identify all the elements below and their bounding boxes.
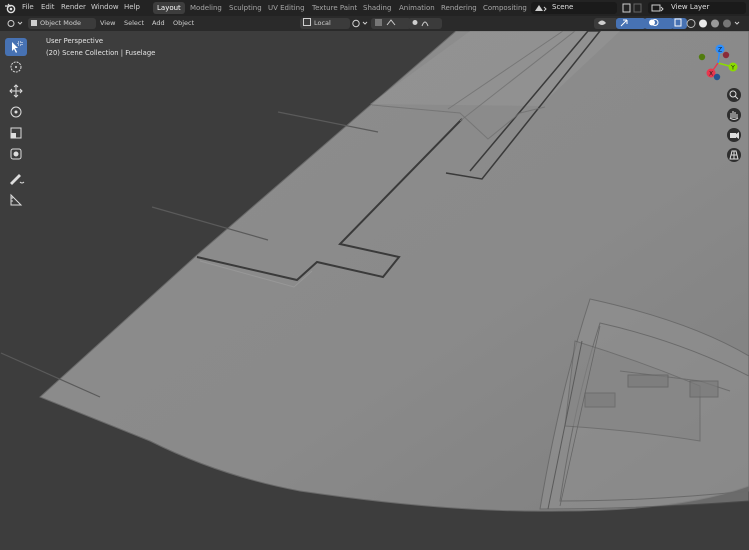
perspective-label: User Perspective	[46, 37, 104, 45]
rendered-shading-icon[interactable]	[723, 19, 731, 28]
annotate-tool[interactable]	[5, 170, 27, 188]
measure-tool[interactable]	[5, 191, 27, 209]
camera-view-button[interactable]	[727, 128, 741, 142]
material-shading-icon[interactable]	[711, 19, 719, 28]
tab-modeling[interactable]: Modeling	[186, 2, 226, 14]
tab-rendering[interactable]: Rendering	[437, 2, 481, 14]
overlays-toggle[interactable]	[644, 18, 674, 29]
transform-orientation-selector[interactable]: Local	[300, 18, 350, 29]
grid-icon	[729, 150, 739, 160]
menu-render[interactable]: Render	[61, 3, 86, 11]
tab-animation[interactable]: Animation	[395, 2, 439, 14]
neg-z-axis-icon[interactable]	[713, 73, 721, 81]
tab-uv-editing[interactable]: UV Editing	[264, 2, 309, 14]
move-icon	[9, 84, 23, 98]
object-mode-icon	[31, 20, 37, 26]
mode-selector[interactable]: Object Mode	[28, 18, 96, 29]
tab-shading[interactable]: Shading	[359, 2, 395, 14]
navigation-gizmo[interactable]: Y Z X	[693, 41, 743, 83]
3d-viewport[interactable]: User Perspective (20) Scene Collection |…	[0, 31, 749, 550]
proportional-editing-icon	[412, 20, 429, 27]
proportional-editing-toggle[interactable]	[408, 18, 442, 29]
snap-icon	[375, 19, 396, 26]
menu-edit[interactable]: Edit	[41, 3, 55, 11]
tab-compositing[interactable]: Compositing	[479, 2, 531, 14]
scale-icon	[10, 127, 22, 139]
neg-x-axis-icon[interactable]	[722, 51, 730, 59]
editor-type-icon[interactable]	[6, 18, 24, 29]
wireframe-shading-icon[interactable]	[686, 19, 696, 28]
tab-texture-paint[interactable]: Texture Paint	[308, 2, 361, 14]
hand-icon	[729, 111, 739, 120]
3d-cursor-icon	[10, 61, 22, 73]
visibility-selector[interactable]	[594, 18, 618, 29]
shading-modes[interactable]	[685, 18, 747, 29]
scene-selector[interactable]: Scene	[531, 2, 617, 14]
menu-help[interactable]: Help	[124, 3, 140, 11]
top-bar: File Edit Render Window Help Layout Mode…	[0, 0, 749, 16]
rotate-tool[interactable]	[5, 103, 27, 121]
solid-shading-icon[interactable]	[699, 19, 707, 28]
transform-tool[interactable]	[5, 145, 27, 163]
collection-label: (20) Scene Collection | Fuselage	[46, 49, 156, 57]
pivot-point-icon[interactable]	[351, 18, 369, 29]
new-scene-icon[interactable]	[622, 3, 642, 13]
tab-sculpting[interactable]: Sculpting	[225, 2, 266, 14]
gizmo-icon	[620, 19, 628, 27]
menu-file[interactable]: File	[22, 3, 34, 11]
orientation-icon	[303, 18, 311, 26]
blender-logo-icon[interactable]	[4, 2, 16, 14]
neg-y-axis-icon[interactable]	[698, 53, 706, 61]
gizmo-toggle[interactable]	[616, 18, 646, 29]
camera-icon	[730, 132, 739, 139]
cursor-tool[interactable]	[5, 58, 27, 76]
x-axis-label: X	[709, 71, 713, 78]
mode-label: Object Mode	[40, 19, 81, 27]
ortho-toggle-button[interactable]	[727, 148, 741, 162]
view-layer-name: View Layer	[671, 3, 710, 11]
cursor-select-icon	[12, 41, 23, 53]
ruler-icon	[10, 193, 23, 206]
visibility-icon	[598, 20, 606, 25]
snap-toggle[interactable]	[371, 18, 411, 29]
menu-object[interactable]: Object	[170, 18, 197, 29]
overlays-icon	[649, 19, 659, 26]
view-layer-selector[interactable]: View Layer	[648, 2, 746, 14]
zoom-icon	[729, 90, 739, 100]
viewport-header: Object Mode View Select Add Object Local	[0, 16, 749, 31]
xray-icon	[674, 18, 682, 27]
scene-icon	[535, 5, 547, 12]
zoom-button[interactable]	[727, 88, 741, 102]
scene-name: Scene	[552, 3, 574, 11]
menu-view[interactable]: View	[97, 18, 118, 29]
menu-window[interactable]: Window	[91, 3, 119, 11]
menu-select[interactable]: Select	[121, 18, 147, 29]
z-axis-label: Z	[718, 47, 722, 54]
pencil-icon	[10, 174, 25, 185]
view-layer-icon	[651, 4, 664, 12]
orientation-label: Local	[314, 19, 331, 27]
tab-layout[interactable]: Layout	[153, 2, 185, 14]
menu-add[interactable]: Add	[149, 18, 168, 29]
aircraft-model[interactable]	[0, 31, 749, 550]
select-box-tool[interactable]	[5, 38, 27, 56]
transform-icon	[10, 148, 22, 160]
move-tool[interactable]	[5, 82, 27, 100]
scale-tool[interactable]	[5, 124, 27, 142]
y-axis-label: Y	[730, 65, 735, 72]
pan-button[interactable]	[727, 108, 741, 122]
rotate-icon	[10, 106, 22, 118]
